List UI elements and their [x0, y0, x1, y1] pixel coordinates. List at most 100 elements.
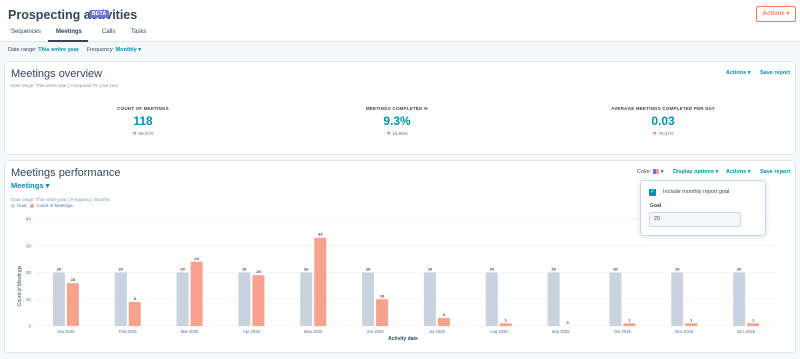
- goal-label: Goal: [650, 203, 662, 209]
- bar-data-label: 20: [180, 267, 185, 272]
- meetings-bar: [685, 323, 698, 326]
- tab-bar: Sequences Meetings Calls Tasks: [0, 29, 800, 42]
- date-range-dropdown[interactable]: This entire year: [38, 47, 79, 53]
- x-tick-label: Sep 2025: [552, 329, 571, 334]
- x-tick-label: Mar 2025: [181, 329, 199, 334]
- tab-sequences[interactable]: Sequences: [11, 29, 41, 35]
- x-axis-label: Activity date: [388, 336, 418, 342]
- kpi-change: ▼ 15.08%: [386, 131, 408, 137]
- kpi-value: 118: [133, 114, 153, 128]
- kpi-change: ▼ 75.21%: [652, 131, 674, 137]
- x-tick-label: Jul 2025: [429, 329, 446, 334]
- bar-data-label: 10: [380, 293, 385, 298]
- tab-tasks[interactable]: Tasks: [131, 29, 146, 35]
- kpi-meetings-completed: MEETINGS COMPLETED % 9.3% ▼ 15.08%: [317, 106, 477, 137]
- bar-data-label: 19: [256, 269, 261, 274]
- beta-badge: BETA: [89, 10, 110, 18]
- include-goal-label: Include monthly report goal: [663, 189, 730, 195]
- goal-bar: [300, 272, 313, 326]
- y-axis-label: Count of Meetings: [17, 265, 23, 306]
- x-tick-label: Oct 2025: [614, 329, 632, 334]
- active-tab-indicator: [48, 40, 88, 42]
- down-arrow-icon: ▼: [652, 131, 658, 137]
- meetings-bar: [314, 237, 327, 326]
- bar-data-label: 1: [752, 317, 755, 322]
- overview-save-report-link[interactable]: Save report: [760, 70, 790, 76]
- tab-meetings[interactable]: Meetings: [56, 29, 82, 35]
- meetings-bar: [66, 283, 79, 326]
- x-tick-label: Apr 2025: [243, 329, 261, 334]
- meetings-overview-card: Meetings overview Date range: This entir…: [4, 61, 796, 155]
- kpi-avg-completed-per-day: AVERAGE MEETINGS COMPLETED PER DAY 0.03 …: [583, 106, 743, 137]
- goal-input[interactable]: 20: [649, 212, 741, 227]
- bar-data-label: 16: [71, 277, 76, 282]
- goal-bar: [362, 272, 375, 326]
- bar-data-label: 33: [318, 232, 323, 237]
- top-bar: Prospecting activities BETA Actions ▾ Se…: [0, 0, 800, 42]
- bar-data-label: 24: [194, 256, 199, 261]
- filters-bar: Date range: This entire year Frequency: …: [8, 47, 141, 53]
- bar-data-label: 9: [134, 296, 137, 301]
- y-tick-label: 30: [26, 243, 32, 248]
- bar-data-label: 1: [628, 317, 631, 322]
- y-tick-label: 10: [26, 297, 32, 302]
- bar-data-label: 20: [57, 267, 62, 272]
- bar-data-label: 20: [551, 267, 556, 272]
- y-tick-label: 20: [26, 270, 32, 275]
- frequency-label: Frequency:: [86, 47, 115, 53]
- meetings-bar: [747, 323, 760, 326]
- display-options-popover: ✓ Include monthly report goal Goal 20: [640, 180, 766, 236]
- goal-bar: [547, 272, 560, 326]
- x-tick-label: Jun 2025: [366, 329, 384, 334]
- page-title: Prospecting activities: [8, 8, 138, 22]
- goal-bar: [52, 272, 65, 326]
- bar-data-label: 1: [690, 317, 693, 322]
- bar-data-label: 20: [737, 267, 742, 272]
- meetings-bar: [252, 275, 265, 326]
- kpi-value: 9.3%: [383, 114, 411, 128]
- goal-bar: [114, 272, 127, 326]
- bar-data-label: 0: [566, 320, 569, 325]
- include-goal-checkbox[interactable]: ✓: [649, 189, 656, 196]
- bar-data-label: 3: [443, 312, 446, 317]
- bar-data-label: 20: [119, 267, 124, 272]
- kpi-value: 0.03: [651, 114, 675, 128]
- bar-data-label: 20: [304, 267, 309, 272]
- goal-bar: [733, 272, 746, 326]
- bar-data-label: 20: [428, 267, 433, 272]
- y-tick-label: 40: [26, 217, 32, 222]
- meetings-bar: [499, 323, 512, 326]
- x-tick-label: Aug 2025: [490, 329, 509, 334]
- kpi-count-of-meetings: COUNT OF MEETINGS 118 ▼ 69.27%: [63, 106, 223, 137]
- meetings-bar: [623, 323, 636, 326]
- x-tick-label: Nov 2025: [675, 329, 694, 334]
- down-arrow-icon: ▼: [132, 131, 138, 137]
- page-actions-button[interactable]: Actions ▾: [756, 6, 796, 22]
- goal-bar: [485, 272, 498, 326]
- goal-bar: [609, 272, 622, 326]
- bar-data-label: 20: [675, 267, 680, 272]
- goal-bar: [423, 272, 436, 326]
- bar-data-label: 20: [366, 267, 371, 272]
- kpi-change: ▼ 69.27%: [132, 131, 154, 137]
- meetings-bar: [128, 301, 141, 326]
- goal-bar: [176, 272, 189, 326]
- kpi-label: MEETINGS COMPLETED %: [365, 106, 429, 111]
- bar-data-label: 20: [242, 267, 247, 272]
- meetings-bar: [190, 261, 203, 326]
- meetings-bar: [376, 299, 389, 326]
- tab-calls[interactable]: Calls: [102, 29, 115, 35]
- frequency-dropdown[interactable]: Monthly ▾: [116, 47, 141, 53]
- down-arrow-icon: ▼: [386, 131, 392, 137]
- x-tick-label: Jan 2025: [57, 329, 75, 334]
- date-range-label: Date range:: [8, 47, 37, 53]
- bar-data-label: 1: [505, 317, 508, 322]
- bar-data-label: 20: [490, 267, 495, 272]
- overview-subtitle: Date range: This entire year | Compared …: [11, 83, 119, 88]
- overview-actions-button[interactable]: Actions ▾: [726, 70, 750, 76]
- x-tick-label: Feb 2025: [119, 329, 137, 334]
- kpi-label: AVERAGE MEETINGS COMPLETED PER DAY: [611, 106, 715, 111]
- x-tick-label: Dec 2025: [737, 329, 756, 334]
- goal-bar: [238, 272, 251, 326]
- bar-data-label: 20: [613, 267, 618, 272]
